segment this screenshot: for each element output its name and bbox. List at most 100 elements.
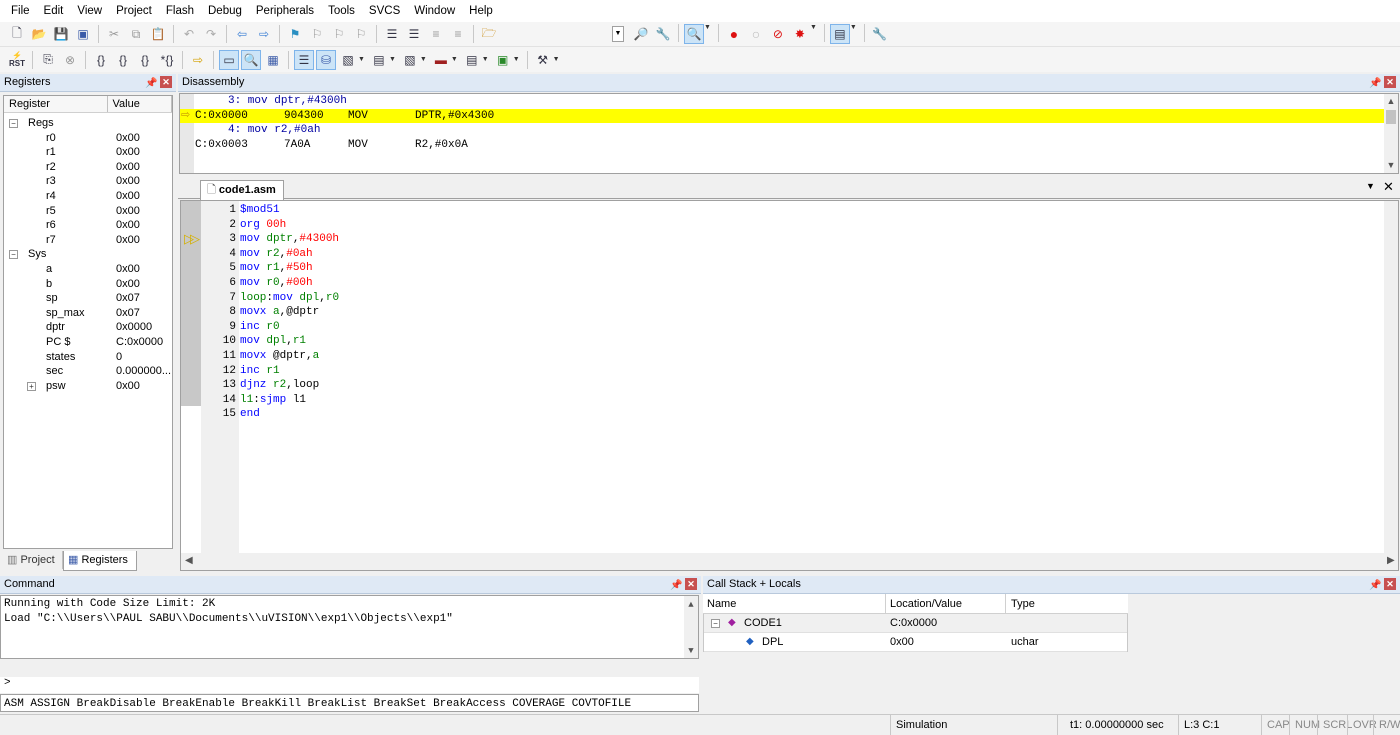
register-value[interactable]: C:0x0000 (116, 335, 163, 350)
call-stack-icon[interactable]: ⛁ (316, 49, 336, 70)
register-value[interactable]: 0x0000 (116, 320, 152, 335)
register-row[interactable]: PC $ C:0x0000 (4, 335, 172, 350)
scroll-down-icon[interactable]: ▼ (684, 644, 698, 659)
register-value[interactable]: 0x00 (116, 204, 140, 219)
register-value[interactable]: 0x00 (116, 218, 140, 233)
column-value[interactable]: Value (108, 96, 172, 112)
register-row[interactable]: r7 0x00 (4, 233, 172, 248)
show-next-statement-icon[interactable]: ⇨ (188, 50, 208, 70)
disassembly-line[interactable]: 3: mov dptr,#4300h (180, 94, 1384, 109)
register-value[interactable]: 0x00 (116, 131, 140, 146)
run-icon[interactable]: ⎘ (38, 50, 58, 70)
copy-icon[interactable]: ⧉ (126, 24, 146, 44)
disassembly-view[interactable]: 3: mov dptr,#4300h ⇨ C:0x0000 904300 MOV DPTR… (179, 93, 1399, 174)
code-line[interactable]: 9 inc r0 (181, 320, 1381, 335)
redo-icon[interactable]: ↷ (201, 24, 221, 44)
code-line[interactable]: 12 inc r1 (181, 364, 1381, 379)
register-value[interactable]: 0 (116, 350, 122, 365)
find-icon[interactable]: 🔎 (631, 24, 651, 44)
register-row[interactable]: r1 0x00 (4, 145, 172, 160)
menu-file[interactable]: File (4, 0, 37, 22)
window-layout-icon[interactable]: ▤ (829, 24, 850, 44)
register-value[interactable]: 0x00 (116, 160, 140, 175)
bookmark-clear-icon[interactable]: ⚐ (351, 24, 371, 44)
save-icon[interactable]: 💾 (51, 24, 71, 44)
register-value[interactable]: 0x00 (116, 233, 140, 248)
callstack-location[interactable]: 0x00 (890, 633, 914, 651)
register-row[interactable]: r2 0x00 (4, 160, 172, 175)
close-icon[interactable]: ✕ (1384, 76, 1396, 88)
system-viewer-icon[interactable]: ▣ (493, 50, 513, 70)
scroll-up-icon[interactable]: ▲ (684, 598, 698, 613)
register-row[interactable]: + psw 0x00 (4, 379, 172, 394)
undo-icon[interactable]: ↶ (179, 24, 199, 44)
scroll-up-icon[interactable]: ▲ (1384, 96, 1398, 106)
comment-icon[interactable]: ≡ (426, 24, 446, 44)
code-line[interactable]: 1 $mod51 (181, 203, 1381, 218)
new-file-icon[interactable]: 🗋 (7, 24, 27, 44)
menu-svcs[interactable]: SVCS (362, 0, 407, 22)
unindent-icon[interactable]: ☰ (404, 24, 424, 44)
register-row[interactable]: sp_max 0x07 (4, 306, 172, 321)
cut-icon[interactable]: ✂ (104, 24, 124, 44)
pin-icon[interactable]: 📌 (1369, 75, 1381, 92)
disassembly-line[interactable]: C:0x0003 7A0A MOV R2,#0x0A (180, 138, 1384, 153)
scroll-right-icon[interactable]: ▶ (1387, 555, 1395, 566)
chevron-down-icon[interactable]: ▼ (358, 56, 365, 63)
bookmark-prev-icon[interactable]: ⚐ (307, 24, 327, 44)
code-line[interactable]: 13 djnz r2,loop (181, 378, 1381, 393)
register-value[interactable]: 0x07 (116, 306, 140, 321)
back-icon[interactable]: ⇦ (232, 24, 252, 44)
collapse-icon[interactable]: − (9, 119, 18, 128)
incremental-find-icon[interactable]: 🔧 (653, 24, 673, 44)
pin-icon[interactable]: 📌 (1369, 577, 1381, 594)
code-line[interactable]: 3 mov dptr,#4300h (181, 232, 1381, 247)
bookmark-icon[interactable]: ⚑ (285, 24, 305, 44)
memory-window-icon[interactable]: ▤ (369, 50, 389, 70)
bookmark-next-icon[interactable]: ⚐ (329, 24, 349, 44)
symbols-window-icon[interactable]: ▦ (263, 50, 283, 70)
register-group[interactable]: − Regs (4, 116, 172, 131)
insert-breakpoint-icon[interactable]: ● (724, 24, 744, 44)
chevron-down-icon[interactable]: ▼ (850, 24, 857, 44)
trace-window-icon[interactable]: ▤ (462, 50, 482, 70)
analysis-window-icon[interactable]: ▬ (431, 50, 451, 70)
menu-flash[interactable]: Flash (159, 0, 201, 22)
register-row[interactable]: states 0 (4, 350, 172, 365)
register-row[interactable]: r0 0x00 (4, 131, 172, 146)
close-icon[interactable]: ✕ (685, 578, 697, 590)
editor-horizontal-scrollbar[interactable]: ◀ ▶ (181, 553, 1398, 570)
disassembly-window-icon[interactable]: 🔍 (241, 49, 261, 70)
kill-breakpoints-icon[interactable]: ✸ (790, 24, 810, 44)
code-line[interactable]: 11 movx @dptr,a (181, 349, 1381, 364)
stop-icon[interactable]: ⊗ (60, 50, 80, 70)
code-line[interactable]: 6 mov r0,#00h (181, 276, 1381, 291)
close-icon[interactable]: ✕ (1383, 179, 1394, 195)
command-scrollbar[interactable]: ▲ ▼ (684, 596, 698, 658)
expand-icon[interactable]: + (27, 381, 36, 391)
register-value[interactable]: 0x07 (116, 291, 140, 306)
register-value[interactable]: 0x00 (116, 262, 140, 277)
register-value[interactable]: 0x00 (116, 145, 140, 160)
column-register[interactable]: Register (4, 96, 108, 112)
menu-project[interactable]: Project (109, 0, 159, 22)
save-all-icon[interactable]: ▣ (73, 24, 93, 44)
chevron-down-icon[interactable]: ▼ (810, 24, 817, 44)
callstack-row[interactable]: ◆ DPL 0x00 uchar (704, 633, 1127, 652)
command-window-icon[interactable]: ▭ (219, 49, 239, 70)
register-value[interactable]: 0x00 (116, 174, 140, 189)
close-icon[interactable]: ✕ (1384, 578, 1396, 590)
callstack-location[interactable]: C:0x0000 (890, 614, 937, 632)
forward-icon[interactable]: ⇨ (254, 24, 274, 44)
editor-vertical-scrollbar[interactable] (1384, 201, 1398, 570)
register-group[interactable]: − Sys (4, 247, 172, 262)
configure-icon[interactable]: 🔧 (870, 24, 890, 44)
register-value[interactable]: 0x00 (116, 277, 140, 292)
collapse-icon[interactable]: − (711, 619, 720, 628)
serial-window-icon[interactable]: ▧ (400, 50, 420, 70)
menu-peripherals[interactable]: Peripherals (249, 0, 321, 22)
register-row[interactable]: a 0x00 (4, 262, 172, 277)
chevron-down-icon[interactable]: ▼ (420, 56, 427, 63)
step-over-icon[interactable]: {} (113, 50, 133, 70)
watch-window-icon[interactable]: ▧ (338, 50, 358, 70)
